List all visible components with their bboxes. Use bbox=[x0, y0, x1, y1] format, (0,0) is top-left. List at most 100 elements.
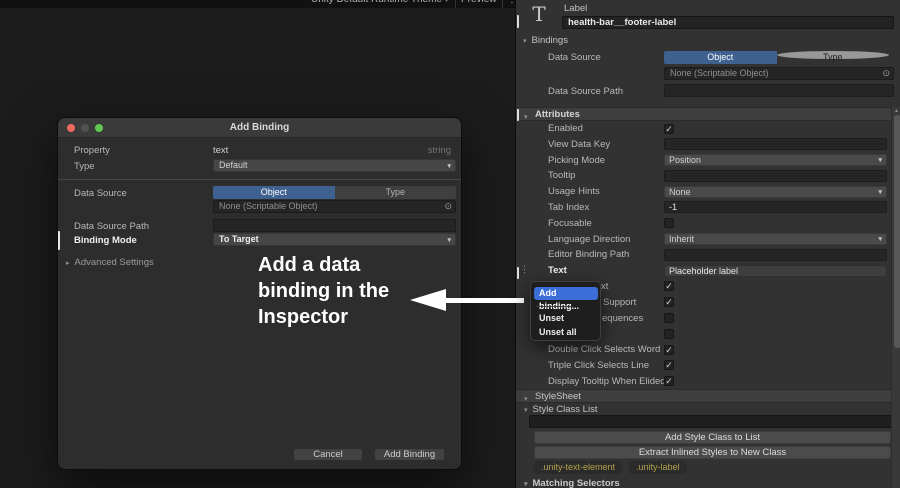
dropdown-value: None bbox=[669, 186, 691, 197]
drag-handle-icon[interactable]: ⋮ bbox=[520, 264, 529, 275]
property-type-hint: string bbox=[427, 145, 451, 156]
attributes-section-header[interactable]: ▾ Attributes bbox=[516, 107, 900, 121]
chevron-down-icon: ▾ bbox=[878, 157, 882, 165]
class-pill[interactable]: .unity-text-element bbox=[534, 461, 623, 474]
text-input[interactable]: Placeholder label bbox=[664, 264, 887, 277]
data-source-object-field[interactable]: None (Scriptable Object) ⊙ bbox=[213, 200, 456, 213]
text-input[interactable] bbox=[664, 169, 887, 182]
style-class-input[interactable] bbox=[529, 415, 896, 428]
object-field-value: None (Scriptable Object) bbox=[219, 201, 318, 211]
attribute-row-tooltip: Tooltip bbox=[516, 168, 891, 184]
override-marker bbox=[517, 109, 519, 121]
chevron-down-icon: ▾ bbox=[447, 237, 451, 244]
add-binding-button[interactable]: Add Binding bbox=[374, 448, 445, 461]
menu-item-add-binding[interactable]: Add binding... bbox=[534, 287, 598, 311]
attribute-row-picking-mode: Picking Mode Position ▾ bbox=[516, 153, 891, 169]
object-tab[interactable]: Object bbox=[213, 186, 335, 199]
text-input[interactable] bbox=[664, 138, 887, 151]
attribute-label: Tooltip bbox=[548, 170, 576, 182]
dropdown[interactable]: None ▾ bbox=[664, 185, 887, 198]
attribute-label: View Data Key bbox=[548, 138, 611, 150]
type-tab[interactable]: Type bbox=[334, 186, 456, 199]
text-input[interactable]: -1 bbox=[664, 201, 887, 214]
scrollbar-thumb[interactable] bbox=[893, 115, 900, 348]
stylesheet-section-header[interactable]: ▾ StyleSheet bbox=[516, 389, 900, 403]
label-element-icon: T bbox=[532, 2, 546, 26]
cancel-button[interactable]: Cancel bbox=[293, 448, 363, 461]
dropdown[interactable]: Inherit ▾ bbox=[664, 233, 887, 246]
theme-dropdown[interactable]: Unity Default Runtime Theme ▾ bbox=[311, 0, 448, 5]
dialog-titlebar[interactable]: Add Binding bbox=[58, 118, 461, 138]
checkbox-checked-icon[interactable] bbox=[664, 297, 674, 308]
element-type-label: Label bbox=[564, 3, 588, 14]
checkbox-unchecked-icon[interactable] bbox=[664, 218, 674, 229]
attribute-row-double-click: Double Click Selects Word bbox=[516, 342, 891, 358]
type-dropdown[interactable]: Default ▾ bbox=[213, 159, 456, 172]
attribute-row-enabled: Enabled bbox=[516, 121, 891, 137]
checkbox-checked-icon[interactable] bbox=[664, 281, 674, 292]
attribute-row-usage-hints: Usage Hints None ▾ bbox=[516, 184, 891, 200]
text-input[interactable] bbox=[664, 248, 887, 261]
class-pill[interactable]: .unity-label bbox=[629, 461, 687, 474]
annotation-text: Add a data binding in the Inspector bbox=[258, 252, 389, 330]
checkbox-unchecked-icon[interactable] bbox=[664, 328, 674, 339]
object-field-value: None (Scriptable Object) bbox=[670, 68, 769, 78]
attribute-label: xt bbox=[601, 280, 609, 292]
close-window-icon[interactable] bbox=[67, 124, 75, 132]
dropdown-value: Default bbox=[219, 160, 248, 170]
attribute-label: Double Click Selects Word bbox=[548, 344, 661, 356]
checkbox-unchecked-icon[interactable] bbox=[664, 313, 674, 324]
override-marker bbox=[58, 231, 60, 250]
annotation-line: Inspector bbox=[258, 306, 349, 328]
type-tab[interactable]: Type bbox=[776, 51, 889, 62]
attribute-label: Usage Hints bbox=[548, 186, 600, 198]
data-source-path-input[interactable] bbox=[213, 219, 456, 232]
chevron-down-icon: ▾ bbox=[878, 236, 882, 244]
attribute-row-triple-click: Triple Click Selects Line bbox=[516, 358, 891, 374]
foldout-closed-icon: ▸ bbox=[66, 260, 70, 267]
style-class-list-foldout[interactable]: ▾ Style Class List bbox=[524, 404, 597, 415]
annotation-arrow-shaft bbox=[444, 298, 524, 303]
theme-dropdown-label: Unity Default Runtime Theme bbox=[311, 0, 442, 5]
object-tab[interactable]: Object bbox=[664, 51, 777, 64]
data-source-path-label: Data Source Path bbox=[548, 86, 623, 97]
inspector-scrollbar[interactable]: ▲ bbox=[891, 107, 900, 488]
attribute-row-view-data-key: View Data Key bbox=[516, 137, 891, 153]
minimize-window-icon[interactable] bbox=[81, 124, 89, 132]
scroll-up-icon[interactable]: ▲ bbox=[894, 108, 899, 114]
attributes-rows: Enabled View Data Key Picking Mode Positi… bbox=[516, 121, 891, 390]
binding-mode-dropdown[interactable]: To Target ▾ bbox=[213, 233, 456, 246]
attribute-label: Focusable bbox=[548, 217, 592, 229]
bindings-foldout[interactable]: ▾ Bindings bbox=[523, 35, 568, 46]
object-picker-icon[interactable]: ⊙ bbox=[444, 201, 452, 212]
checkbox-checked-icon[interactable] bbox=[664, 360, 674, 371]
stylesheet-header-label: StyleSheet bbox=[535, 391, 581, 402]
object-picker-icon[interactable]: ⊙ bbox=[882, 68, 890, 79]
zoom-window-icon[interactable] bbox=[95, 124, 103, 132]
add-style-class-button[interactable]: Add Style Class to List bbox=[534, 431, 891, 444]
matching-selectors-foldout[interactable]: ▾ Matching Selectors bbox=[524, 478, 620, 488]
chevron-down-icon: ▾ bbox=[878, 188, 882, 196]
checkbox-checked-icon[interactable] bbox=[664, 344, 674, 355]
menu-divider bbox=[536, 306, 572, 307]
property-value: text bbox=[213, 145, 229, 156]
kebab-menu-icon[interactable]: ⋮ bbox=[507, 0, 515, 5]
menu-item-unset-all[interactable]: Unset all bbox=[539, 327, 577, 337]
toolbar-divider bbox=[502, 0, 503, 8]
checkbox-checked-icon[interactable] bbox=[664, 376, 674, 387]
preview-button[interactable]: Preview bbox=[461, 0, 497, 5]
checkbox-checked-icon[interactable] bbox=[664, 123, 674, 134]
extract-inlined-styles-button[interactable]: Extract Inlined Styles to New Class bbox=[534, 446, 891, 459]
matching-selectors-label: Matching Selectors bbox=[532, 478, 620, 488]
menu-item-unset[interactable]: Unset bbox=[539, 313, 564, 323]
toolbar-divider bbox=[455, 0, 456, 8]
binding-context-menu: Add binding... Unset Unset all bbox=[530, 281, 601, 341]
data-source-path-input[interactable] bbox=[664, 84, 894, 97]
inspector-panel: T Label health-bar__footer-label ▾ Bindin… bbox=[515, 0, 900, 488]
data-source-object-field[interactable]: None (Scriptable Object) ⊙ bbox=[664, 67, 894, 80]
class-pill-list: .unity-text-element .unity-label bbox=[534, 461, 687, 474]
dropdown[interactable]: Position ▾ bbox=[664, 154, 887, 167]
advanced-settings-foldout[interactable]: ▸ Advanced Settings bbox=[66, 257, 154, 268]
element-name-input[interactable]: health-bar__footer-label bbox=[562, 16, 894, 29]
attribute-row-editor-binding-path: Editor Binding Path bbox=[516, 247, 891, 263]
